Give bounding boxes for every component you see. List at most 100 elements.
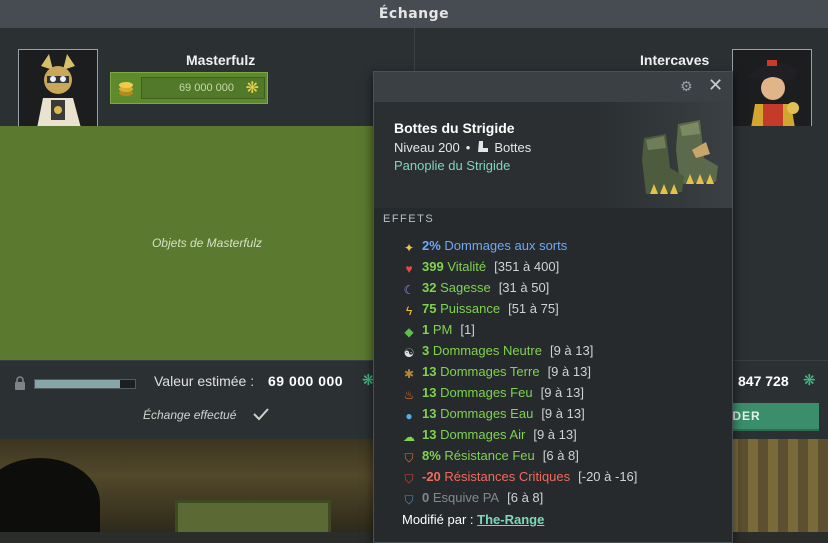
effect-range: [9 à 13] [547,364,591,379]
fire-icon: ♨ [403,388,415,402]
effect-name: Dommages Terre [440,364,540,379]
dodge-shield-icon: ⛉ [404,493,414,507]
effect-value: 1 [422,322,430,337]
effect-range: [1] [460,322,475,337]
effect-value: 2% [422,238,441,253]
window-title: Échange [0,0,828,28]
effect-name: Résistance Feu [444,448,535,463]
effect-name: Dommages Neutre [432,343,542,358]
item-name: Bottes du Strigide [394,120,515,136]
water-icon: ● [405,409,413,423]
effect-row: ⛉ -20 Résistances Critiques [-20 à -16] [402,467,637,487]
game-crates [728,438,828,532]
gear-icon[interactable]: ⚙ [680,80,694,94]
effect-value: 3 [422,343,430,358]
effect-row: ✦ 2% Dommages aux sorts [402,236,567,256]
effect-row: ☁ 13 Dommages Air [9 à 13] [402,425,577,445]
right-avatar[interactable] [732,49,812,129]
effect-row: ♨ 13 Dommages Feu [9 à 13] [402,383,584,403]
effect-value: 13 [422,406,437,421]
effect-range: [9 à 13] [541,406,585,421]
value-progress-bar [34,379,136,389]
item-set-name[interactable]: Panoplie du Strigide [394,158,510,173]
separator-dot: • [465,140,471,155]
kama-icon: ❋ [245,78,259,97]
item-tooltip: ⚙ ✕ Bottes du Strigide Niveau 200 • Bottes… [373,71,733,543]
effect-name: Dommages Eau [440,406,534,421]
effect-value: 0 [422,490,430,505]
game-shadow [0,458,100,532]
effect-row: ● 13 Dommages Eau [9 à 13] [402,404,585,424]
effect-range: [9 à 13] [533,427,577,442]
left-avatar[interactable] [18,49,98,129]
close-icon[interactable]: ✕ [708,77,724,95]
tooltip-titlebar: ⚙ ✕ [374,72,732,102]
effect-name: Dommages Air [440,427,526,442]
effect-value: 32 [422,280,437,295]
effect-value: 75 [422,301,437,316]
effect-value: -20 [422,469,441,484]
effect-value: 13 [422,427,437,442]
modified-author-link[interactable]: The-Range [477,512,544,527]
estimated-value-label: Valeur estimée : [154,373,255,389]
effect-row: ϟ 75 Puissance [51 à 75] [402,299,559,319]
item-level-row: Niveau 200 • Bottes [394,140,531,155]
air-icon: ☁ [403,430,415,444]
kama-icon: ❋ [803,371,816,389]
effect-row: ☾ 32 Sagesse [31 à 50] [402,278,550,298]
effect-range: [6 à 8] [507,490,544,505]
effect-row: ✱ 13 Dommages Terre [9 à 13] [402,362,591,382]
right-estimated-value: 847 728 [738,373,789,389]
fire-shield-icon: ⛉ [404,451,414,465]
effect-row: ♥ 399 Vitalité [351 à 400] [402,257,559,277]
objects-placeholder-label: Objets de Masterfulz [151,236,263,250]
star-icon: ✦ [403,241,415,255]
yinyang-icon: ☯ [403,346,415,360]
kamas-offer: 69 000 000 ❋ [110,72,268,104]
moon-icon: ☾ [403,283,415,297]
left-objects-panel[interactable]: Objets de Masterfulz [0,126,414,360]
tooltip-header: Bottes du Strigide Niveau 200 • Bottes Pan… [374,102,732,208]
effect-name: Résistances Critiques [444,469,571,484]
progress-fill [35,380,120,388]
crit-shield-icon: ⛉ [404,472,414,486]
effect-range: [-20 à -16] [578,469,638,484]
effect-row: ⛉ 8% Résistance Feu [6 à 8] [402,446,579,466]
effect-row: ⛉ 0 Esquive PA [6 à 8] [402,488,543,508]
effect-range: [351 à 400] [494,259,560,274]
modified-label: Modifié par : [402,512,474,527]
lock-icon[interactable] [13,376,27,390]
effect-range: [6 à 8] [542,448,579,463]
effect-row: ◆ 1 PM [1] [402,320,475,340]
effect-range: [31 à 50] [498,280,550,295]
check-icon [253,408,269,421]
effect-value: 8% [422,448,441,463]
effect-row: ☯ 3 Dommages Neutre [9 à 13] [402,341,594,361]
item-level: Niveau 200 [394,140,460,155]
left-player-name: Masterfulz [186,52,256,68]
effects-title: EFFETS [383,213,435,225]
heart-icon: ♥ [405,262,413,276]
effect-value: 399 [422,259,444,274]
right-player-name: Intercaves [640,52,710,68]
effect-value: 13 [422,385,437,400]
effect-range: [9 à 13] [540,385,584,400]
effect-name: Dommages aux sorts [444,238,568,253]
earth-icon: ✱ [403,367,415,381]
exchange-status: Échange effectué [143,408,237,422]
effect-value: 13 [422,364,437,379]
item-boots-image [642,120,718,194]
effect-name: Puissance [440,301,501,316]
effect-range: [51 à 75] [508,301,559,316]
lightning-icon: ϟ [405,304,413,318]
effect-name: Dommages Feu [440,385,533,400]
left-party-panel: Masterfulz 69 000 000 ❋ [0,28,414,129]
kamas-coins-icon [119,82,133,96]
pm-icon: ◆ [404,325,414,339]
effect-name: Esquive PA [432,490,500,505]
estimated-value: 69 000 000 [268,373,344,389]
game-rug [175,500,331,532]
boots-icon [478,141,489,152]
effect-name: Vitalité [447,259,487,274]
effect-name: PM [432,322,453,337]
